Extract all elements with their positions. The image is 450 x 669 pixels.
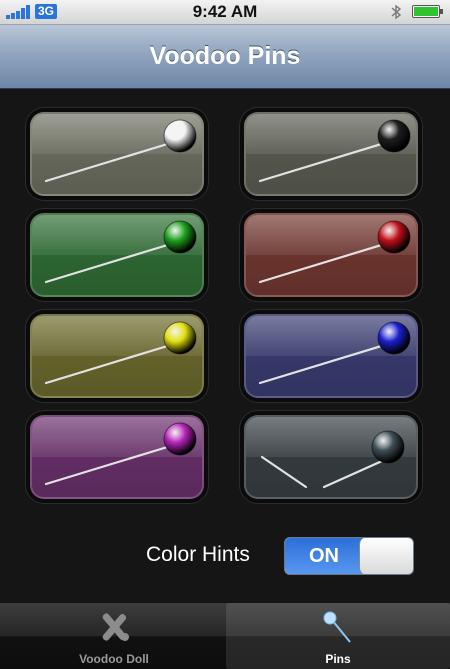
pin-button-blue[interactable] — [244, 314, 418, 398]
status-bar: 3G 9:42 AM — [0, 0, 450, 25]
slate-pin-icon — [260, 430, 405, 489]
red-pin-icon — [258, 220, 411, 284]
pin-button-red[interactable] — [244, 213, 418, 297]
status-time: 9:42 AM — [192, 2, 258, 21]
tab-pins[interactable]: Pins — [226, 603, 450, 669]
yellow-pin-icon — [44, 321, 197, 385]
tab-voodoo-doll[interactable]: Voodoo Doll — [2, 603, 226, 669]
pin-button-black[interactable] — [244, 112, 418, 196]
pin-button-green[interactable] — [30, 213, 204, 297]
green-pin-icon — [44, 220, 197, 284]
bluetooth-icon — [391, 4, 402, 20]
pin-button-white[interactable] — [30, 112, 204, 196]
battery-icon — [412, 5, 443, 18]
blue-pin-icon — [258, 321, 411, 385]
color-hints-label: Color Hints — [146, 543, 250, 566]
tab-label: Pins — [325, 652, 351, 666]
switch-knob[interactable] — [359, 538, 413, 574]
pin-button-purple[interactable] — [30, 415, 204, 499]
pin-button-slate-broken[interactable] — [244, 415, 418, 499]
black-pin-icon — [258, 119, 411, 183]
pin-button-yellow[interactable] — [30, 314, 204, 398]
switch-on-label: ON — [285, 538, 363, 574]
tab-bar: Voodoo Doll Pins — [0, 603, 450, 669]
color-hints-switch[interactable]: ON — [284, 537, 414, 575]
pin-icon — [323, 611, 351, 643]
purple-pin-icon — [44, 422, 197, 486]
page-title: Voodoo Pins — [149, 42, 301, 70]
voodoo-doll-icon — [102, 613, 129, 641]
tab-label: Voodoo Doll — [79, 652, 149, 666]
white-pin-icon — [44, 119, 197, 183]
navigation-bar: Voodoo Pins — [0, 25, 450, 89]
